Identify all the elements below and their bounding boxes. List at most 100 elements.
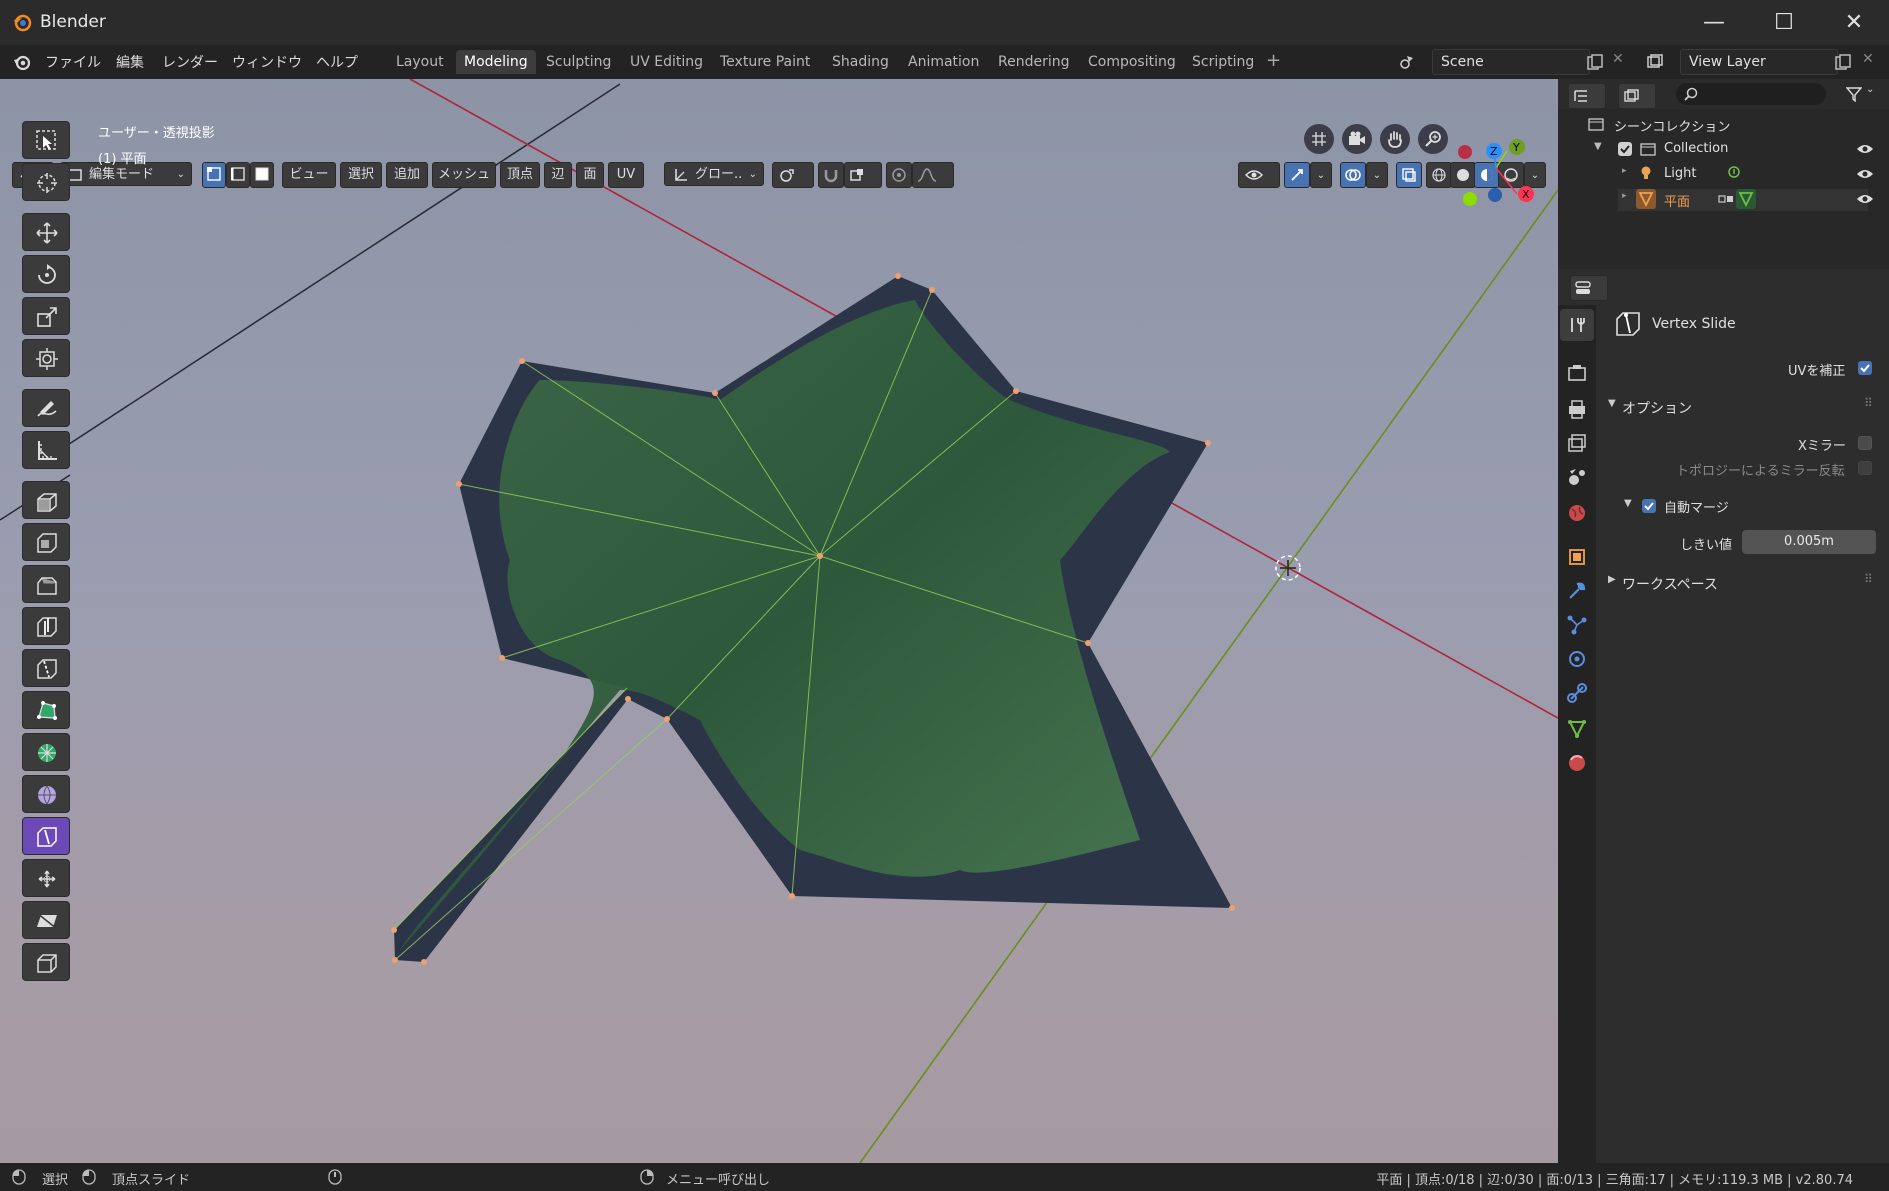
tool-shrink-fatten[interactable] [22,859,70,897]
add-workspace-button[interactable]: + [1266,50,1281,71]
topology-mirror-checkbox[interactable] [1858,461,1872,475]
view-layer-field[interactable]: View Layer [1680,49,1838,75]
tab-compositing[interactable]: Compositing [1080,50,1184,74]
particles-properties-icon[interactable] [1562,610,1592,640]
tool-annotate[interactable] [22,389,70,427]
mesh-expand-icon[interactable]: ▸ [1622,191,1627,201]
x-mirror-checkbox[interactable] [1858,436,1872,450]
pivot-point-button[interactable] [772,162,814,188]
properties-editor-type-button[interactable] [1570,275,1608,301]
menu-edit[interactable]: 編集 [116,52,144,72]
physics-properties-icon[interactable] [1562,644,1592,674]
tool-select-box[interactable] [22,121,70,159]
menu-edge[interactable]: 辺 [544,162,572,188]
options-panel-header[interactable]: ▼ オプション ⠿ [1598,392,1889,422]
menu-vertex[interactable]: 頂点 [500,162,540,188]
gizmo-toggle-button[interactable] [1284,162,1310,188]
tool-knife[interactable] [22,649,70,687]
tool-rip-region[interactable] [22,943,70,981]
light-data-icon[interactable] [1726,165,1742,181]
gizmo-dropdown[interactable]: ⌄ [1310,162,1332,188]
proportional-edit-button[interactable] [886,162,912,188]
menu-window[interactable]: ウィンドウ [232,52,302,72]
menu-add[interactable]: 追加 [386,162,428,188]
output-properties-icon[interactable] [1562,394,1592,424]
minimize-button[interactable]: — [1684,0,1744,45]
xray-toggle-button[interactable] [1396,162,1422,188]
overlay-dropdown[interactable]: ⌄ [1366,162,1388,188]
visibility-button[interactable] [1238,162,1280,188]
auto-merge-checkbox[interactable] [1642,499,1656,513]
menu-file[interactable]: ファイル [45,52,101,72]
outliner-item-plane[interactable]: 平面 [1664,191,1690,210]
eye-icon[interactable] [1856,167,1874,181]
tab-modeling[interactable]: Modeling [456,50,536,74]
tool-move[interactable] [22,213,70,251]
menu-view[interactable]: ビュー [282,162,336,188]
modifier-icon[interactable] [1718,191,1734,207]
eye-icon[interactable] [1856,192,1874,206]
tab-tool-settings[interactable] [1560,309,1594,341]
auto-merge-collapse-icon[interactable]: ▼ [1624,498,1632,509]
snap-toggle-button[interactable] [818,162,844,188]
transform-orientation-selector[interactable]: グロー.. ⌄ [664,162,764,186]
3d-viewport[interactable] [0,79,1558,1163]
light-expand-icon[interactable]: ▸ [1622,166,1627,176]
snap-target-button[interactable] [844,162,882,188]
vertex-select-mode-button[interactable] [202,162,226,188]
view-layer-icon[interactable] [1646,53,1664,71]
navigation-gizmo[interactable]: Z Y X [1450,134,1550,214]
outliner-search-input[interactable] [1676,83,1826,105]
mesh-data-properties-icon[interactable] [1562,714,1592,744]
menu-render[interactable]: レンダー [162,52,218,72]
tab-layout[interactable]: Layout [388,50,452,74]
tool-transform[interactable] [22,339,70,377]
render-properties-icon[interactable] [1562,358,1592,388]
tab-uv-editing[interactable]: UV Editing [622,50,711,74]
menu-uv[interactable]: UV [608,162,644,188]
menu-select[interactable]: 選択 [340,162,382,188]
close-button[interactable]: ✕ [1824,0,1884,45]
tab-animation[interactable]: Animation [900,50,987,74]
tab-rendering[interactable]: Rendering [990,50,1078,74]
eye-icon[interactable] [1856,142,1874,156]
tab-texture-paint[interactable]: Texture Paint [712,50,818,74]
tool-bevel[interactable] [22,565,70,603]
world-properties-icon[interactable] [1562,498,1592,528]
tool-spin[interactable] [22,733,70,771]
drag-handle-icon[interactable]: ⠿ [1864,396,1873,410]
copy-view-layer-icon[interactable] [1834,53,1852,71]
drag-handle-icon[interactable]: ⠿ [1864,572,1873,586]
tool-smooth[interactable] [22,775,70,813]
tool-measure[interactable] [22,431,70,469]
menu-face[interactable]: 面 [576,162,604,188]
overlay-toggle-button[interactable] [1340,162,1366,188]
blender-menu-icon[interactable] [12,52,32,72]
tool-inset-faces[interactable] [22,523,70,561]
menu-help[interactable]: ヘルプ [316,52,358,72]
collection-exclude-checkbox[interactable] [1618,142,1632,156]
delete-view-layer-icon[interactable]: ✕ [1862,51,1874,67]
outliner-item-light[interactable]: Light [1664,166,1696,181]
tool-shear[interactable] [22,901,70,939]
object-properties-icon[interactable] [1562,542,1592,572]
scene-icon[interactable] [1398,53,1416,71]
filter-button[interactable]: ⌄ [1844,83,1880,105]
menu-mesh[interactable]: メッシュ [432,162,496,188]
face-select-mode-button[interactable] [250,162,274,188]
toggle-grid-button[interactable] [1304,124,1334,154]
tool-rotate[interactable] [22,255,70,293]
shading-wireframe-button[interactable] [1426,162,1452,188]
delete-scene-icon[interactable]: ✕ [1612,51,1624,67]
tab-shading[interactable]: Shading [824,50,897,74]
collection-expand-icon[interactable]: ▼ [1594,141,1602,152]
zoom-view-button[interactable] [1418,124,1448,154]
pan-view-button[interactable] [1380,124,1410,154]
tool-cursor[interactable] [22,163,70,201]
scene-collection-label[interactable]: シーンコレクション [1614,116,1730,135]
outliner-editor-type-button[interactable] [1568,83,1606,109]
constraint-properties-icon[interactable] [1562,678,1592,708]
display-mode-button[interactable] [1618,83,1656,109]
maximize-button[interactable]: ☐ [1754,0,1814,45]
threshold-field[interactable]: 0.005m [1742,530,1876,554]
